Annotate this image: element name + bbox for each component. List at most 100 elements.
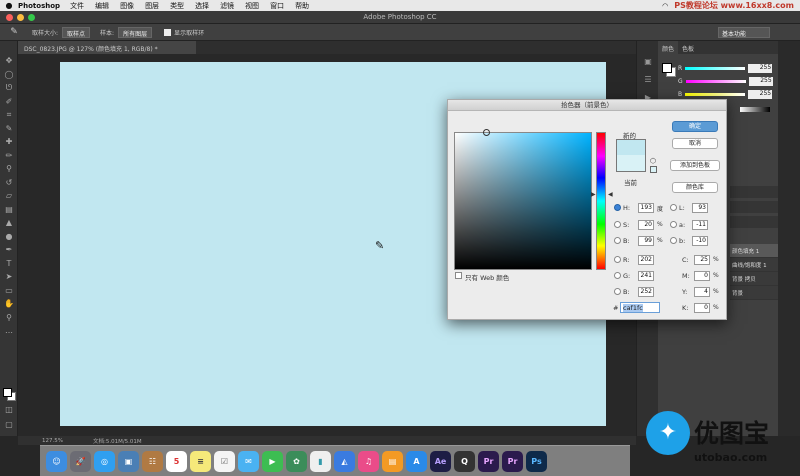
r-slider[interactable] — [685, 66, 746, 70]
apple-icon[interactable]: ● — [0, 1, 18, 10]
quick-select-tool-icon[interactable]: ✐ — [0, 95, 18, 109]
hue-arrow-left-icon[interactable]: ▶ — [591, 191, 596, 198]
healing-brush-icon[interactable]: ✚ — [0, 135, 18, 149]
photos-icon[interactable]: ✿ — [286, 450, 307, 472]
shape-tool-icon[interactable]: ▭ — [0, 284, 18, 298]
a-input[interactable]: -11 — [692, 220, 708, 230]
cancel-button[interactable]: 取消 — [672, 138, 718, 149]
history-panel-icon[interactable]: ▣ — [637, 53, 659, 71]
quicktime-icon[interactable]: Q — [454, 450, 475, 472]
s-radio[interactable] — [614, 221, 621, 228]
zoom-tool-icon[interactable]: ⚲ — [0, 311, 18, 325]
hand-tool-icon[interactable]: ✋ — [0, 297, 18, 311]
after-effects-icon[interactable]: Ae — [430, 450, 451, 472]
marquee-tool-icon[interactable]: ◯ — [0, 68, 18, 82]
move-tool-icon[interactable]: ✥ — [0, 54, 18, 68]
field-marker[interactable] — [483, 129, 490, 136]
brush-tool-icon[interactable]: ✏ — [0, 149, 18, 163]
lasso-tool-icon[interactable]: ᘎ — [0, 81, 18, 95]
eyedropper-tool-icon[interactable]: ✎ — [0, 27, 28, 37]
properties-panel-icon[interactable]: ☰ — [637, 71, 659, 89]
b-radio[interactable] — [614, 237, 621, 244]
path-select-icon[interactable]: ➤ — [0, 270, 18, 284]
appstore-icon[interactable]: A — [406, 450, 427, 472]
current-color-swatch[interactable] — [616, 155, 646, 172]
lab-b-input[interactable]: -10 — [692, 236, 708, 246]
ibooks-icon[interactable]: ▤ — [382, 450, 403, 472]
photoshop-icon[interactable]: Ps — [526, 450, 547, 472]
web-only-checkbox[interactable] — [455, 272, 462, 279]
launchpad-icon[interactable]: 🚀 — [70, 450, 91, 472]
foreground-color-swatch[interactable] — [3, 388, 12, 397]
menu-item-type[interactable]: 类型 — [170, 1, 184, 11]
keynote-icon[interactable]: ◭ — [334, 450, 355, 472]
hue-slider[interactable] — [596, 132, 606, 270]
layer-row[interactable]: 背景 拷贝 — [730, 272, 778, 286]
preview-icon[interactable]: ▣ — [118, 450, 139, 472]
layer-row[interactable]: 曲线/饱和度 1 — [730, 258, 778, 272]
h-input[interactable]: 193 — [638, 203, 654, 213]
itunes-icon[interactable]: ♫ — [358, 450, 379, 472]
calendar-icon[interactable]: 5 — [166, 450, 187, 472]
menu-item-filter[interactable]: 滤镜 — [220, 1, 234, 11]
g-input[interactable]: 241 — [638, 271, 654, 281]
saturation-brightness-field[interactable] — [454, 129, 592, 270]
wifi-icon[interactable]: ◠ — [662, 2, 668, 10]
a-radio[interactable] — [670, 221, 677, 228]
gradient-tool-icon[interactable]: ▤ — [0, 203, 18, 217]
r-value[interactable]: 255 — [748, 63, 773, 73]
notes-icon[interactable]: ≡ — [190, 450, 211, 472]
safari-icon[interactable]: ◎ — [94, 450, 115, 472]
more-tools-icon[interactable]: … — [0, 324, 18, 338]
messages-icon[interactable]: ✉ — [238, 450, 259, 472]
menu-item-view[interactable]: 视图 — [245, 1, 259, 11]
menu-item-file[interactable]: 文件 — [70, 1, 84, 11]
menu-app-name[interactable]: Photoshop — [18, 2, 60, 10]
r-radio[interactable] — [614, 256, 621, 263]
menu-item-window[interactable]: 窗口 — [270, 1, 284, 11]
lab-b-radio[interactable] — [670, 237, 677, 244]
tab-swatches[interactable]: 色板 — [678, 41, 698, 54]
m-input[interactable]: 0 — [694, 271, 710, 281]
document-tab[interactable]: DSC_0823.JPG @ 127% (颜色填充 1, RGB/8) * — [18, 41, 196, 54]
color-ramp[interactable] — [740, 107, 770, 112]
k-input[interactable]: 0 — [694, 303, 710, 313]
web-safe-swatch[interactable] — [650, 166, 657, 173]
reminders-icon[interactable]: ☑ — [214, 450, 235, 472]
b-value[interactable]: 255 — [748, 89, 773, 99]
menu-item-layer[interactable]: 图层 — [145, 1, 159, 11]
ok-button[interactable]: 确定 — [672, 121, 718, 132]
l-radio[interactable] — [670, 204, 677, 211]
b-input[interactable]: 99 — [638, 236, 654, 246]
screen-mode-icon[interactable]: ▢ — [0, 418, 18, 432]
hex-input[interactable]: caf1fc — [620, 302, 660, 313]
h-radio[interactable] — [614, 204, 621, 211]
history-brush-icon[interactable]: ↺ — [0, 176, 18, 190]
stamp-tool-icon[interactable]: ⚲ — [0, 162, 18, 176]
crop-tool-icon[interactable]: ⌗ — [0, 108, 18, 122]
quick-mask-icon[interactable]: ◫ — [0, 403, 18, 417]
eraser-tool-icon[interactable]: ▱ — [0, 189, 18, 203]
menu-item-image[interactable]: 图像 — [120, 1, 134, 11]
blue-radio[interactable] — [614, 288, 621, 295]
zoom-level[interactable]: 127.5% — [42, 438, 63, 444]
menu-item-edit[interactable]: 编辑 — [95, 1, 109, 11]
premiere-icon[interactable]: Pr — [478, 450, 499, 472]
pen-tool-icon[interactable]: ✒ — [0, 243, 18, 257]
sample-select[interactable]: 所有图层 — [118, 26, 153, 38]
dodge-tool-icon[interactable]: ● — [0, 230, 18, 244]
g-slider[interactable] — [685, 79, 746, 83]
finder-icon[interactable]: ☺ — [46, 450, 67, 472]
y-input[interactable]: 4 — [694, 287, 710, 297]
s-input[interactable]: 20 — [638, 220, 654, 230]
type-tool-icon[interactable]: T — [0, 257, 18, 271]
sample-size-select[interactable]: 取样点 — [62, 26, 91, 38]
menu-item-help[interactable]: 帮助 — [295, 1, 309, 11]
color-libraries-button[interactable]: 颜色库 — [672, 182, 718, 193]
l-input[interactable]: 93 — [692, 203, 708, 213]
layer-row[interactable]: 颜色填充 1 — [730, 244, 778, 258]
contacts-icon[interactable]: ☷ — [142, 450, 163, 472]
g-radio[interactable] — [614, 272, 621, 279]
panel-fg-swatch[interactable] — [662, 63, 672, 73]
add-to-swatches-button[interactable]: 添加到色板 — [670, 160, 720, 171]
